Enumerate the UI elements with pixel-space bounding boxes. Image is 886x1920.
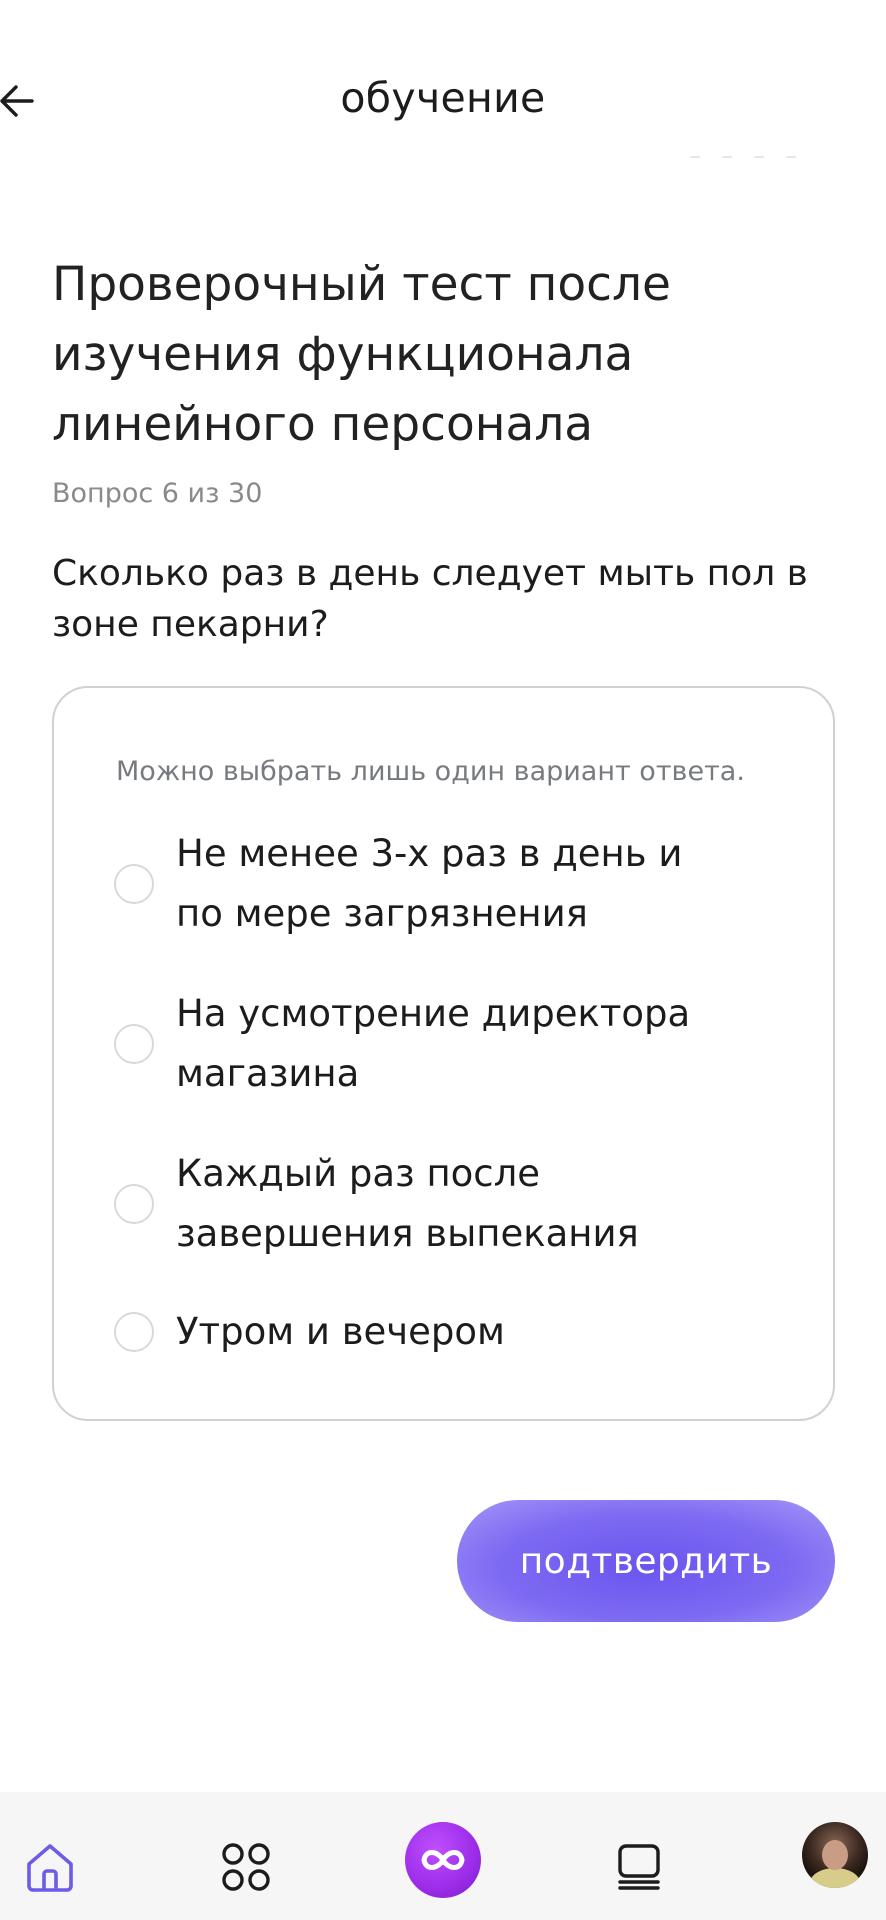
- avatar[interactable]: [802, 1822, 868, 1888]
- home-icon: [27, 1844, 73, 1892]
- radio-button[interactable]: [114, 864, 154, 904]
- question-counter: Вопрос 6 из 30: [52, 478, 263, 509]
- answer-option-label: Каждый раз после завершения выпекания: [176, 1152, 639, 1255]
- answer-option[interactable]: Утром и вечером: [114, 1302, 774, 1362]
- answer-option-label: Не менее 3-х раз в день и по мере загряз…: [176, 832, 683, 935]
- question-text: Сколько раз в день следует мыть пол в зо…: [52, 553, 808, 645]
- answer-option-label: На усмотрение директора магазина: [176, 992, 691, 1095]
- answer-hint: Можно выбрать лишь один вариант ответа.: [116, 756, 745, 787]
- avatar-face: [822, 1840, 848, 1870]
- nav-courses[interactable]: [604, 1832, 674, 1902]
- screen: обучение Проверочный тест после изучения…: [0, 0, 886, 1920]
- header: обучение: [0, 0, 886, 158]
- nav-catalog[interactable]: [211, 1832, 281, 1902]
- radio-button[interactable]: [114, 1024, 154, 1064]
- infinity-icon: [421, 1850, 465, 1870]
- avatar-cloth: [810, 1868, 860, 1888]
- page-title: обучение: [340, 74, 546, 122]
- nav-home[interactable]: [15, 1832, 85, 1902]
- confirm-button[interactable]: подтвердить: [457, 1500, 835, 1622]
- test-title: Проверочный тест после изучения функцион…: [52, 257, 671, 452]
- answer-option[interactable]: Каждый раз после завершения выпекания: [114, 1144, 774, 1264]
- grid-icon: [222, 1843, 270, 1891]
- answer-option-label: Утром и вечером: [176, 1310, 505, 1353]
- header-decoration: [690, 156, 850, 162]
- bottom-nav: [0, 1792, 886, 1920]
- answer-card: Можно выбрать лишь один вариант ответа. …: [52, 686, 835, 1421]
- nav-main-brand[interactable]: [405, 1822, 481, 1898]
- answer-option[interactable]: Не менее 3-х раз в день и по мере загряз…: [114, 824, 774, 944]
- courses-icon: [618, 1844, 660, 1890]
- radio-button[interactable]: [114, 1312, 154, 1352]
- radio-button[interactable]: [114, 1184, 154, 1224]
- answer-option[interactable]: На усмотрение директора магазина: [114, 984, 774, 1104]
